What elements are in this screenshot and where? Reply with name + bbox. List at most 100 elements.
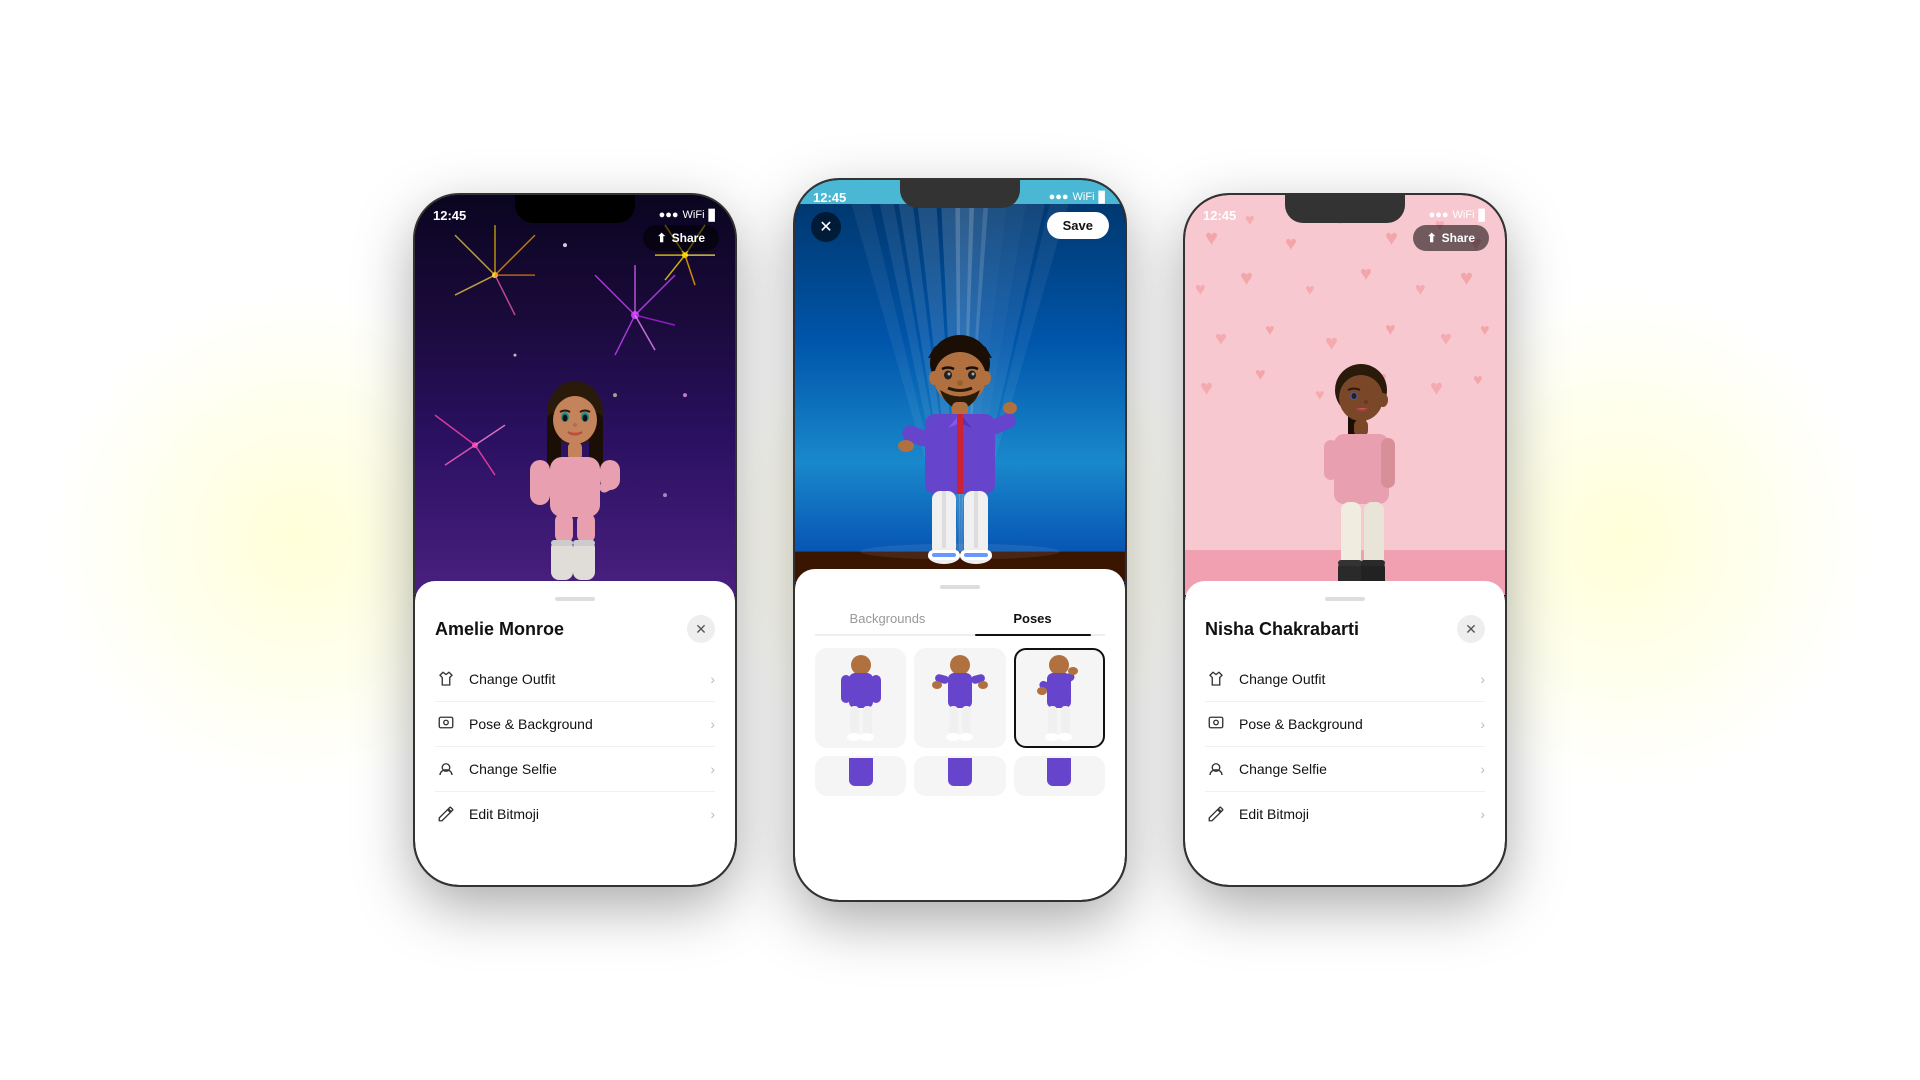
svg-text:♥: ♥ — [1205, 225, 1218, 250]
phone-left-screen: 12:45 ●●● WiFi ▊ ⬆ Share Amelie Monroe ✕ — [415, 195, 735, 885]
svg-text:♥: ♥ — [1285, 233, 1297, 255]
outfit-icon-right — [1205, 668, 1227, 690]
pose-thumb-6[interactable] — [1014, 756, 1105, 796]
pose-grid — [815, 648, 1105, 796]
chevron-edit-right: › — [1480, 806, 1485, 822]
edit-icon-right — [1205, 803, 1227, 825]
phone-right-share-button[interactable]: ⬆ Share — [1413, 225, 1489, 251]
phone-right-avatar-name: Nisha Chakrabarti — [1205, 619, 1359, 640]
panel-handle-center — [940, 585, 980, 589]
pose-thumb-1[interactable] — [815, 648, 906, 748]
scene: 12:45 ●●● WiFi ▊ ⬆ Share Amelie Monroe ✕ — [0, 0, 1920, 1080]
phone-left-avatar-bg — [415, 195, 735, 595]
svg-text:♥: ♥ — [1473, 372, 1483, 389]
menu-label-edit-right: Edit Bitmoji — [1239, 806, 1480, 822]
avatar-left-svg — [505, 375, 645, 595]
svg-text:♥: ♥ — [1325, 330, 1338, 355]
tab-poses[interactable]: Poses — [960, 603, 1105, 634]
menu-item-pose-right[interactable]: Pose & Background › — [1205, 702, 1485, 747]
menu-label-outfit-left: Change Outfit — [469, 671, 710, 687]
svg-text:♥: ♥ — [1265, 322, 1275, 339]
phone-center-avatar-bg — [795, 180, 1125, 583]
phone-left-avatar — [505, 375, 645, 595]
panel-handle-right — [1325, 597, 1365, 601]
panel-handle — [555, 597, 595, 601]
menu-label-pose-right: Pose & Background — [1239, 716, 1480, 732]
svg-text:♥: ♥ — [1195, 279, 1206, 299]
signal-icon: ●●● — [659, 209, 679, 221]
outfit-icon-left — [435, 668, 457, 690]
battery-icon-right: ▊ — [1479, 209, 1487, 222]
phone-right-avatar-bg: ♥ ♥ ♥ ♥ ♥ ♥ ♥ ♥ ♥ ♥ ♥ ♥ ♥ ♥ ♥ ♥ ♥ — [1185, 195, 1505, 595]
chevron-selfie-right: › — [1480, 761, 1485, 777]
chevron-outfit-right: › — [1480, 671, 1485, 687]
edit-icon-left — [435, 803, 457, 825]
phone-left-share-button[interactable]: ⬆ Share — [643, 225, 719, 251]
svg-text:♥: ♥ — [1305, 282, 1315, 299]
svg-text:♥: ♥ — [1480, 322, 1490, 339]
phone-center-notch — [900, 180, 1020, 208]
menu-item-pose-left[interactable]: Pose & Background › — [435, 702, 715, 747]
phone-center-save-button[interactable]: Save — [1047, 212, 1109, 239]
phone-center-avatar — [880, 328, 1040, 583]
phone-center-time: 12:45 — [813, 190, 846, 205]
phone-left-panel-header: Amelie Monroe ✕ — [435, 615, 715, 643]
phone-center: 12:45 ●●● WiFi ▊ ✕ Save Backgrounds — [795, 180, 1125, 900]
pose-thumb-5[interactable] — [914, 756, 1005, 796]
phone-center-bottom-panel: Backgrounds Poses — [795, 569, 1125, 900]
phone-left-notch — [515, 195, 635, 223]
svg-text:♥: ♥ — [1460, 265, 1473, 290]
menu-item-edit-left[interactable]: Edit Bitmoji › — [435, 792, 715, 836]
phone-left: 12:45 ●●● WiFi ▊ ⬆ Share Amelie Monroe ✕ — [415, 195, 735, 885]
signal-icon-center: ●●● — [1049, 191, 1069, 203]
avatar-center-svg — [880, 328, 1040, 583]
menu-label-edit-left: Edit Bitmoji — [469, 806, 710, 822]
phone-right-panel-header: Nisha Chakrabarti ✕ — [1205, 615, 1485, 643]
pose-thumb-3[interactable] — [1014, 648, 1105, 748]
phone-left-close-button[interactable]: ✕ — [687, 615, 715, 643]
svg-text:♥: ♥ — [1215, 328, 1227, 350]
menu-label-selfie-left: Change Selfie — [469, 761, 710, 777]
selfie-icon-right — [1205, 758, 1227, 780]
menu-item-selfie-left[interactable]: Change Selfie › — [435, 747, 715, 792]
chevron-edit-left: › — [710, 806, 715, 822]
menu-item-change-outfit-right[interactable]: Change Outfit › — [1205, 657, 1485, 702]
phone-right-screen: ♥ ♥ ♥ ♥ ♥ ♥ ♥ ♥ ♥ ♥ ♥ ♥ ♥ ♥ ♥ ♥ ♥ — [1185, 195, 1505, 885]
share-label: Share — [672, 231, 705, 245]
selfie-icon-left — [435, 758, 457, 780]
phone-left-bottom-panel: Amelie Monroe ✕ Change Outfit › — [415, 581, 735, 885]
menu-item-edit-right[interactable]: Edit Bitmoji › — [1205, 792, 1485, 836]
phone-right: ♥ ♥ ♥ ♥ ♥ ♥ ♥ ♥ ♥ ♥ ♥ ♥ ♥ ♥ ♥ ♥ ♥ — [1185, 195, 1505, 885]
menu-label-outfit-right: Change Outfit — [1239, 671, 1480, 687]
phone-right-close-button[interactable]: ✕ — [1457, 615, 1485, 643]
phone-center-screen: 12:45 ●●● WiFi ▊ ✕ Save Backgrounds — [795, 180, 1125, 900]
phone-right-bottom-panel: Nisha Chakrabarti ✕ Change Outfit › — [1185, 581, 1505, 885]
svg-text:♥: ♥ — [1385, 319, 1396, 339]
menu-item-change-outfit-left[interactable]: Change Outfit › — [435, 657, 715, 702]
share-label-right: Share — [1442, 231, 1475, 245]
chevron-outfit-left: › — [710, 671, 715, 687]
wifi-icon-right: WiFi — [1453, 209, 1475, 221]
phone-right-status-icons: ●●● WiFi ▊ — [1429, 209, 1487, 222]
chevron-pose-right: › — [1480, 716, 1485, 732]
svg-text:♥: ♥ — [1255, 364, 1266, 384]
chevron-pose-left: › — [710, 716, 715, 732]
svg-text:♥: ♥ — [1200, 375, 1213, 400]
phone-right-time: 12:45 — [1203, 208, 1236, 223]
svg-text:♥: ♥ — [1240, 265, 1253, 290]
phone-left-time: 12:45 — [433, 208, 466, 223]
phone-center-close-button[interactable]: ✕ — [811, 212, 841, 242]
tab-backgrounds[interactable]: Backgrounds — [815, 603, 960, 634]
pose-thumb-2[interactable] — [914, 648, 1005, 748]
pose-thumb-4[interactable] — [815, 756, 906, 796]
menu-label-selfie-right: Change Selfie — [1239, 761, 1480, 777]
menu-item-selfie-right[interactable]: Change Selfie › — [1205, 747, 1485, 792]
wifi-icon-center: WiFi — [1073, 191, 1095, 203]
menu-label-pose-left: Pose & Background — [469, 716, 710, 732]
phone-center-status-icons: ●●● WiFi ▊ — [1049, 191, 1107, 204]
pose-icon-right — [1205, 713, 1227, 735]
share-icon: ⬆ — [657, 231, 667, 245]
svg-text:♥: ♥ — [1415, 279, 1426, 299]
svg-text:♥: ♥ — [1385, 225, 1398, 250]
svg-text:♥: ♥ — [1440, 328, 1452, 350]
